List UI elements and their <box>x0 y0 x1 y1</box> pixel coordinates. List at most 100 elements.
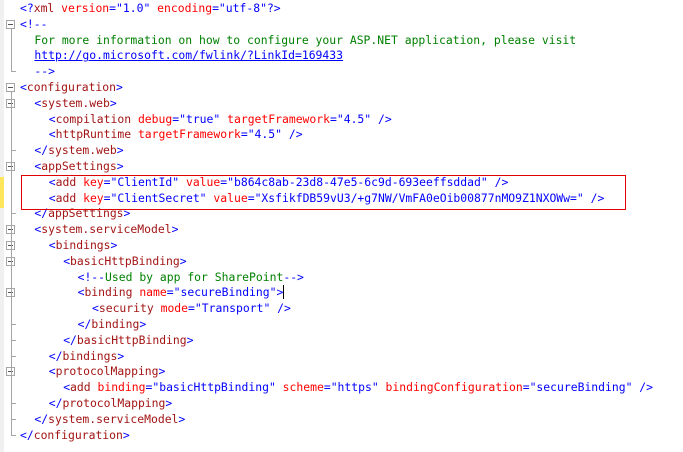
code-line[interactable]: </bindings> <box>49 348 124 364</box>
code-line[interactable]: </system.web> <box>34 142 123 158</box>
code-token: binding <box>90 380 146 395</box>
app-settings-highlight <box>21 175 626 210</box>
code-token: < <box>48 127 56 142</box>
code-token: xml <box>33 1 55 15</box>
code-line[interactable]: <binding name="secureBinding"> <box>78 284 285 300</box>
code-line[interactable]: http://go.microsoft.com/fwlink/?LinkId=1… <box>34 47 343 63</box>
code-line[interactable]: <bindings> <box>49 237 118 253</box>
code-token: "4.5" <box>336 111 372 126</box>
code-line[interactable]: <protocolMapping> <box>49 363 166 379</box>
code-token: protocolMapping <box>62 396 166 410</box>
code-token: < <box>48 364 56 379</box>
code-token: security <box>98 301 154 316</box>
code-token: > <box>179 253 187 268</box>
code-token: Used by app for SharePoint <box>105 269 284 284</box>
code-token: scheme <box>275 380 324 395</box>
code-token: /> <box>632 380 654 395</box>
code-line[interactable]: --> <box>34 63 55 79</box>
code-token: > <box>116 143 124 158</box>
code-token: basicHttpBinding <box>76 332 187 347</box>
code-token: "secureBinding" <box>529 380 633 395</box>
code-token: binding <box>91 317 140 331</box>
code-line[interactable]: </binding> <box>78 316 147 332</box>
code-token: system.serviceModel <box>48 411 179 426</box>
code-token: "true" <box>179 111 221 126</box>
code-line[interactable]: <basicHttpBinding> <box>63 253 186 269</box>
code-token: encoding <box>150 1 213 15</box>
code-line[interactable]: <?xml version="1.0" encoding="utf-8"?> <box>20 0 281 16</box>
help-link[interactable]: http://go.microsoft.com/fwlink/?LinkId=1… <box>34 48 343 62</box>
code-token: = <box>522 380 530 395</box>
code-token: /> <box>270 301 291 316</box>
code-token: "https" <box>330 380 379 395</box>
code-token: > <box>116 80 123 94</box>
text-caret <box>283 285 285 300</box>
code-token: = <box>330 111 337 126</box>
code-token: ?> <box>266 1 281 15</box>
code-token: = <box>109 1 117 15</box>
code-token: /> <box>281 127 303 142</box>
code-token: For more information on how to configure… <box>34 32 577 47</box>
code-token: </ <box>48 396 63 410</box>
code-token: > <box>186 332 194 347</box>
collapse-toggle-icon[interactable] <box>6 83 15 92</box>
code-line[interactable]: </configuration> <box>20 427 130 443</box>
code-line[interactable]: <appSettings> <box>34 158 123 174</box>
code-token: basicHttpBinding <box>70 253 180 268</box>
code-token: --> <box>283 269 304 284</box>
code-token: "1.0" <box>116 1 151 15</box>
code-token: > <box>171 222 179 237</box>
code-line[interactable]: </basicHttpBinding> <box>63 332 193 348</box>
code-token: < <box>48 238 56 252</box>
code-token: "basicHttpBinding" <box>152 380 276 395</box>
code-token: "Transport" <box>194 301 271 316</box>
code-token: > <box>165 396 173 410</box>
change-indicator <box>0 177 4 208</box>
code-line[interactable]: <httpRuntime targetFramework="4.5" /> <box>49 126 303 142</box>
code-line[interactable]: <security mode="Transport" /> <box>92 300 291 316</box>
code-token: "secureBinding" <box>173 285 277 300</box>
code-token: bindingConfiguration <box>378 380 523 395</box>
fold-guide-line <box>11 92 12 435</box>
fold-end-marker <box>11 434 16 436</box>
code-token: targetFramework <box>220 111 330 126</box>
code-token: > <box>109 95 117 110</box>
code-token: > <box>116 159 124 173</box>
code-token: = <box>323 380 331 395</box>
code-token: mode <box>153 301 189 316</box>
code-token: system.web <box>48 143 117 158</box>
code-line[interactable]: <system.web> <box>34 95 116 111</box>
code-line[interactable]: <system.serviceModel> <box>34 221 178 237</box>
code-line[interactable]: <add binding="basicHttpBinding" scheme="… <box>63 379 653 395</box>
code-token: </ <box>63 332 77 347</box>
code-token: = <box>212 1 219 15</box>
code-token: > <box>139 317 147 331</box>
code-line[interactable]: For more information on how to configure… <box>34 32 576 48</box>
code-token: /> <box>371 111 392 126</box>
code-token: < <box>92 301 99 316</box>
code-line[interactable]: <!-- <box>20 16 47 32</box>
code-line[interactable]: <configuration> <box>20 79 123 95</box>
code-token: > <box>122 427 130 442</box>
code-token: </ <box>34 143 49 158</box>
code-token: configuration <box>33 427 123 442</box>
code-token: "utf-8" <box>218 1 267 15</box>
code-token: bindings <box>55 238 111 252</box>
code-line[interactable]: <!--Used by app for SharePoint--> <box>78 269 304 285</box>
code-token: configuration <box>26 80 117 94</box>
code-token: </ <box>34 411 49 426</box>
code-token: < <box>48 111 56 126</box>
fold-guide-line <box>11 28 12 72</box>
code-line[interactable]: </protocolMapping> <box>49 395 172 411</box>
xml-code-editor[interactable]: <?xml version="1.0" encoding="utf-8"?> <!… <box>0 0 683 452</box>
code-token: <!-- <box>20 16 48 31</box>
code-token: </ <box>48 348 63 363</box>
code-line[interactable]: <compilation debug = "true" targetFramewor… <box>49 111 392 127</box>
code-token: protocolMapping <box>55 364 159 379</box>
code-line[interactable]: </system.serviceModel> <box>34 411 185 427</box>
collapse-toggle-icon[interactable] <box>6 19 15 29</box>
code-token: <? <box>20 1 34 15</box>
code-token: add <box>70 380 91 395</box>
code-token: < <box>20 80 27 94</box>
code-token: httpRuntime <box>55 127 132 142</box>
